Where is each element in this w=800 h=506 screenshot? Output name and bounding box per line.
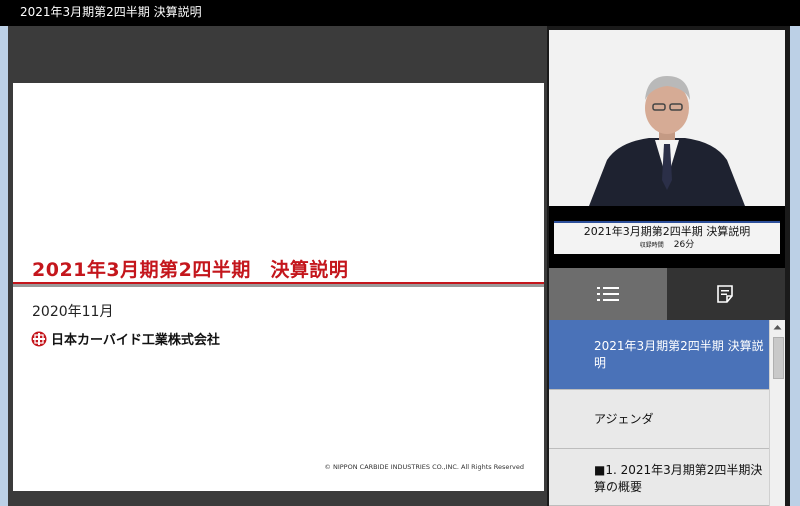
scroll-up-arrow-icon[interactable] <box>770 320 785 335</box>
chapter-label: ■1. 2021年3月期第2四半期決算の概要 <box>594 463 763 494</box>
chapter-label: アジェンダ <box>594 411 654 426</box>
slide-copyright: © NIPPON CARBIDE INDUSTRIES CO.,INC. All… <box>324 463 524 471</box>
window-frame-left <box>0 26 8 506</box>
scrollbar-thumb[interactable] <box>773 337 784 379</box>
slide-divider-gray <box>13 284 544 287</box>
chapter-scrollbar[interactable] <box>769 320 785 506</box>
tab-documents[interactable] <box>667 268 785 320</box>
speaker-figure-icon <box>549 30 785 206</box>
window-title-bar: 2021年3月期第2四半期 決算説明 <box>0 0 800 26</box>
slide-date: 2020年11月 <box>32 304 114 320</box>
duration-label: 収録時間 <box>639 242 664 249</box>
window-frame-right <box>790 26 800 506</box>
caption-title: 2021年3月期第2四半期 決算説明 <box>583 225 751 238</box>
chapter-label: 2021年3月期第2四半期 決算説明 <box>594 338 764 370</box>
company-name: 日本カーバイド工業株式会社 <box>51 333 220 348</box>
slide-title: 2021年3月期第2四半期 決算説明 <box>32 259 349 281</box>
duration-value: 26分 <box>673 240 695 250</box>
caption-duration: 収録時間 26分 <box>554 239 780 252</box>
speaker-video[interactable] <box>549 30 785 206</box>
chapter-item[interactable]: アジェンダ <box>549 390 769 449</box>
document-icon <box>717 285 733 303</box>
chapter-list: 2021年3月期第2四半期 決算説明 アジェンダ ■1. 2021年3月期第2四… <box>549 320 769 506</box>
presentation-slide: 2021年3月期第2四半期 決算説明 2020年11月 日本カーバイド工業株式会… <box>13 83 544 491</box>
chapter-item[interactable]: 2021年3月期第2四半期 決算説明 <box>549 320 769 390</box>
video-caption: 2021年3月期第2四半期 決算説明 収録時間 26分 <box>549 206 785 268</box>
chapter-item[interactable]: ■1. 2021年3月期第2四半期決算の概要 <box>549 449 769 506</box>
panel-tabs <box>549 268 785 320</box>
tab-chapter-list[interactable] <box>549 268 667 320</box>
window-title: 2021年3月期第2四半期 決算説明 <box>20 5 202 19</box>
company-logo-mark-icon <box>31 331 47 346</box>
list-icon <box>597 287 619 301</box>
company-logo: 日本カーバイド工業株式会社 <box>31 329 220 348</box>
